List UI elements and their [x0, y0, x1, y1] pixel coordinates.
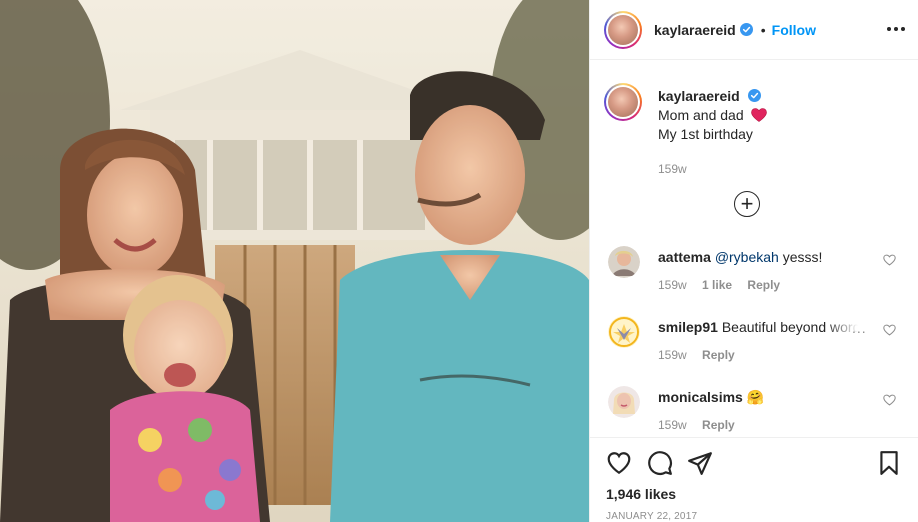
instagram-post-view: kaylaraereid • Follow kaylaraereid Mom a…: [0, 0, 918, 522]
comment-likes[interactable]: 1 like: [702, 278, 732, 292]
caption-line: Mom and dad: [658, 106, 898, 125]
comment-text: aattema @rybekah yesss!: [658, 248, 868, 266]
comment-meta: 159w Reply: [658, 418, 747, 432]
verified-badge-icon: [747, 89, 761, 102]
comment-item: aattema @rybekah yesss! 159w 1 like Repl…: [604, 246, 904, 306]
separator-dot: •: [760, 21, 766, 38]
commenter-avatar[interactable]: [608, 246, 640, 278]
more-options-icon[interactable]: [885, 18, 907, 40]
more-dot: [894, 27, 898, 31]
caption-author-line: kaylaraereid: [658, 87, 898, 106]
comment-item: smilep91 Beautiful beyond words ... 159w…: [604, 316, 904, 376]
avatar-inner-ring: [606, 85, 640, 119]
like-heart-icon[interactable]: [606, 450, 632, 476]
follow-button[interactable]: Follow: [772, 22, 816, 38]
comment-meta: 159w Reply: [658, 348, 747, 362]
heart-outline-icon[interactable]: [883, 324, 896, 336]
caption-author-avatar[interactable]: [604, 83, 642, 121]
author-avatar[interactable]: [604, 10, 642, 49]
family-photo-illustration: [0, 0, 589, 522]
comment-icon[interactable]: [647, 450, 673, 476]
post-date: JANUARY 22, 2017: [606, 511, 698, 522]
more-text-icon[interactable]: ...: [852, 320, 867, 336]
comment-body: 🤗: [742, 389, 765, 405]
comment-item: monicalsims 🤗 159w Reply: [604, 386, 904, 437]
post-side-panel: kaylaraereid • Follow kaylaraereid Mom a…: [589, 0, 918, 522]
reply-button[interactable]: Reply: [702, 418, 735, 432]
plus-circle-icon[interactable]: +: [734, 191, 760, 217]
caption-timestamp: 159w: [658, 162, 687, 176]
bookmark-icon[interactable]: [876, 450, 902, 476]
more-dot: [901, 27, 905, 31]
comment-timestamp: 159w: [658, 278, 687, 292]
comment-timestamp: 159w: [658, 348, 687, 362]
more-dot: [887, 27, 891, 31]
post-actions: 1,946 likes JANUARY 22, 2017: [590, 437, 918, 522]
commenter-avatar[interactable]: [608, 316, 640, 348]
post-header: kaylaraereid • Follow: [590, 0, 918, 60]
comment-meta: 159w 1 like Reply: [658, 278, 792, 292]
avatar-image: [608, 87, 638, 117]
comment-mention[interactable]: @rybekah: [715, 249, 779, 265]
reply-button[interactable]: Reply: [747, 278, 780, 292]
heart-outline-icon[interactable]: [883, 394, 896, 406]
post-photo[interactable]: [0, 0, 589, 522]
caption-body: kaylaraereid Mom and dad My 1st birthday: [658, 87, 898, 176]
comment-username[interactable]: aattema: [658, 249, 711, 265]
comment-username[interactable]: monicalsims: [658, 389, 743, 405]
likes-count[interactable]: 1,946 likes: [606, 486, 676, 502]
comment-text: monicalsims 🤗: [658, 388, 868, 406]
comment-body: yesss!: [778, 249, 823, 265]
heart-outline-icon[interactable]: [883, 254, 896, 266]
comment-timestamp: 159w: [658, 418, 687, 432]
author-username[interactable]: kaylaraereid: [654, 22, 736, 38]
comments-area: kaylaraereid Mom and dad My 1st birthday: [590, 61, 918, 437]
caption-text-1: Mom and dad: [658, 107, 744, 123]
verified-badge-icon: [739, 23, 753, 36]
commenter-avatar[interactable]: [608, 386, 640, 418]
red-heart-emoji-icon: [750, 108, 767, 122]
comment-username[interactable]: smilep91: [658, 319, 718, 335]
caption-line: My 1st birthday: [658, 126, 753, 142]
send-icon[interactable]: [687, 450, 713, 476]
caption-author-username[interactable]: kaylaraereid: [658, 88, 740, 104]
avatar-image: [608, 14, 638, 45]
reply-button[interactable]: Reply: [702, 348, 735, 362]
avatar-inner-ring: [606, 12, 640, 47]
